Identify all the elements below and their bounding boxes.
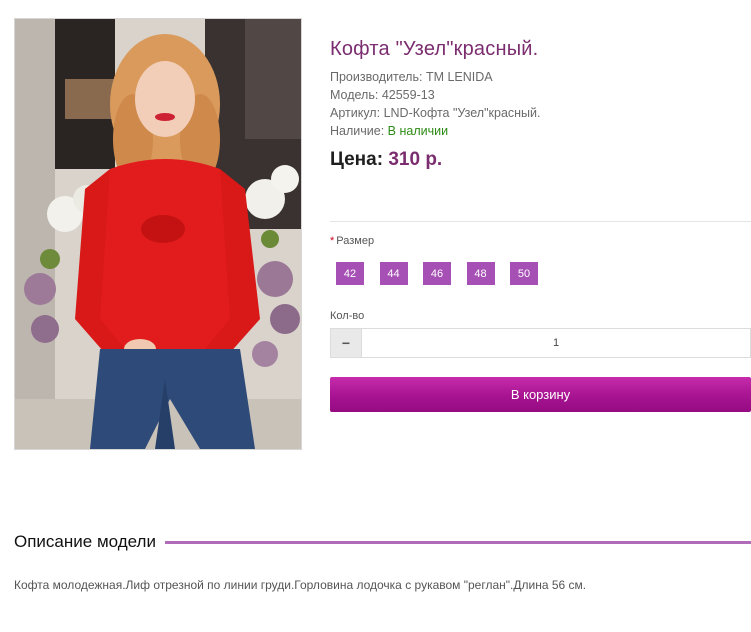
article-value: LND-Кофта "Узел"красный. [383,106,541,120]
add-to-cart-button[interactable]: В корзину [330,377,751,412]
article-label: Артикул: [330,106,381,120]
model-row: Модель: 42559-13 [330,88,435,102]
availability-label: Наличие: [330,124,385,138]
article-row: Артикул: LND-Кофта "Узел"красный. [330,106,540,120]
quantity-label: Кол-во [330,310,365,322]
minus-icon: − [341,335,351,351]
required-mark: * [330,235,335,247]
options-divider [330,221,751,222]
product-title: Кофта "Узел"красный. [330,38,539,60]
manufacturer-label: Производитель: [330,70,423,84]
size-option-50[interactable]: 50 [510,262,538,285]
description-heading: Описание модели [14,532,156,551]
manufacturer-row: Производитель: TM LENIDA [330,70,493,84]
quantity-decrease-button[interactable]: − [331,329,362,357]
model-label: Модель: [330,88,379,102]
price-row: Цена: 310 р. [330,149,442,171]
quantity-stepper: − [330,328,751,358]
price-label: Цена: [330,149,384,170]
size-label-text: Размер [336,235,375,247]
product-photo[interactable] [14,18,302,450]
description-heading-line [164,540,751,544]
description-header: Описание модели [14,531,751,553]
quantity-input[interactable] [362,329,750,357]
size-option-48[interactable]: 48 [466,262,495,285]
size-options: 42 44 46 48 50 [336,262,554,285]
price-value: 310 р. [388,149,443,170]
size-option-44[interactable]: 44 [379,262,408,285]
manufacturer-value: TM LENIDA [425,70,493,84]
size-option-42[interactable]: 42 [336,262,364,285]
size-option-46[interactable]: 46 [423,262,451,285]
availability-row: Наличие: В наличии [330,124,448,138]
description-text: Кофта молодежная.Лиф отрезной по линии г… [14,578,587,592]
size-label: * Размер [330,235,374,247]
model-value: 42559-13 [381,88,435,102]
availability-status: В наличии [387,124,449,138]
product-photo-illustration [15,19,301,449]
